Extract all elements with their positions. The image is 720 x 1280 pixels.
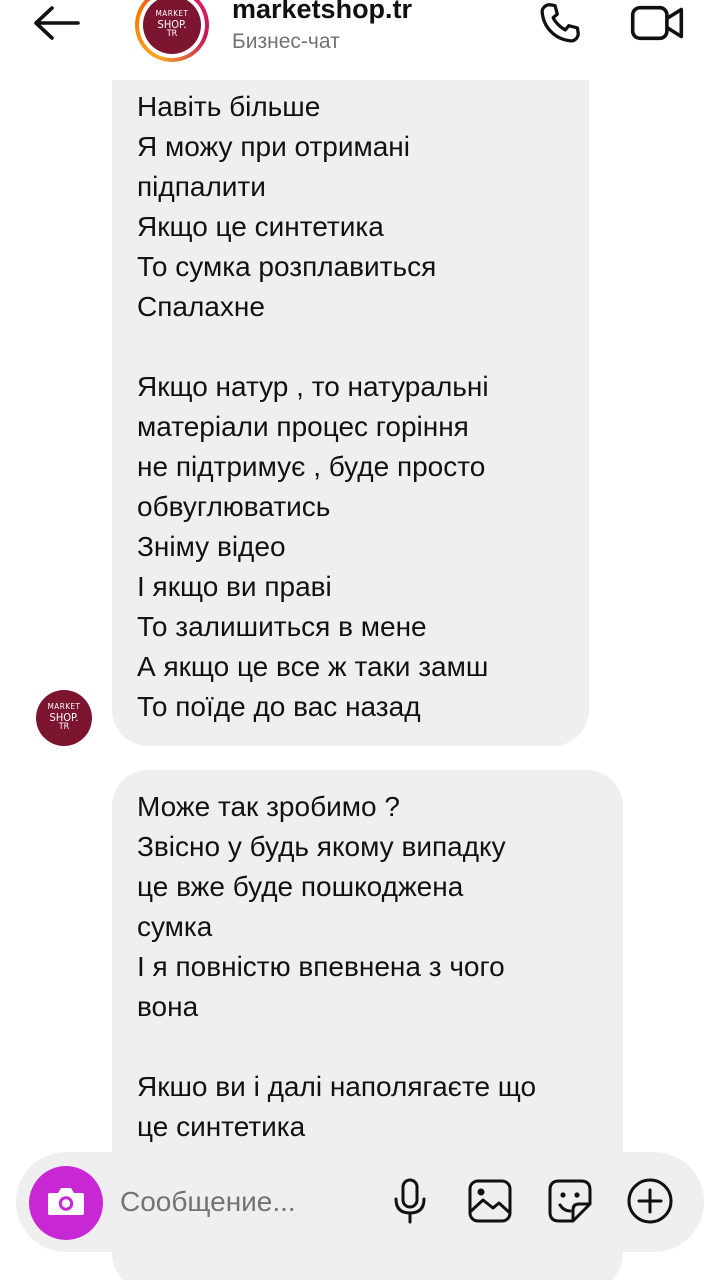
phone-icon <box>537 0 583 51</box>
microphone-icon <box>390 1178 430 1229</box>
voice-message-button[interactable] <box>385 1178 435 1228</box>
arrow-left-icon <box>32 5 80 46</box>
back-button[interactable] <box>30 2 82 48</box>
message-bubble[interactable]: Навіть більше Я можу при отримані підпал… <box>112 64 589 746</box>
chat-screen: Навіть більше Я можу при отримані підпал… <box>0 0 720 1280</box>
camera-icon <box>46 1184 86 1223</box>
camera-button[interactable] <box>29 1166 103 1240</box>
message-composer <box>16 1152 704 1252</box>
gallery-icon <box>467 1178 513 1229</box>
chat-title[interactable]: marketshop.tr <box>232 0 412 25</box>
plus-circle-icon <box>626 1177 674 1230</box>
brand-logo: MARKET SHOP. TR <box>36 690 92 746</box>
chat-header: MARKET SHOP. TR marketshop.tr Бизнес-чат <box>0 0 720 80</box>
message-input[interactable] <box>120 1180 380 1224</box>
sticker-button[interactable] <box>545 1178 595 1228</box>
brand-logo: MARKET SHOP. TR <box>143 0 201 54</box>
profile-avatar[interactable]: MARKET SHOP. TR <box>135 0 209 62</box>
video-call-button[interactable] <box>626 0 688 50</box>
gallery-button[interactable] <box>465 1178 515 1228</box>
video-camera-icon <box>630 1 684 50</box>
logo-line-3: TR <box>58 722 70 733</box>
sticker-icon <box>547 1178 593 1229</box>
logo-line-3: TR <box>166 29 178 40</box>
call-button[interactable] <box>532 0 588 50</box>
chat-subtitle: Бизнес-чат <box>232 30 340 53</box>
more-options-button[interactable] <box>625 1178 675 1228</box>
sender-avatar[interactable]: MARKET SHOP. TR <box>36 690 92 746</box>
